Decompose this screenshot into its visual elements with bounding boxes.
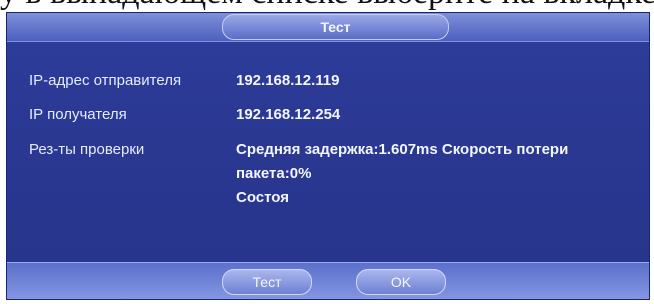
test-results-line-3: Состоя [236, 189, 290, 206]
ok-button[interactable]: OK [356, 269, 446, 295]
dialog-title: Тест [222, 14, 449, 40]
title-bar: Тест [7, 13, 649, 42]
test-results-line-1: Средняя задержка:1.607ms Скорость потери [236, 141, 569, 158]
sender-ip-label: IP-адрес отправителя [29, 72, 182, 89]
test-button[interactable]: Тест [222, 269, 312, 295]
test-results-line-2: пакета:0% [236, 165, 312, 182]
receiver-ip-value: 192.168.12.254 [236, 106, 341, 123]
sender-ip-value: 192.168.12.119 [236, 72, 340, 89]
button-bar: Тест OK [7, 262, 649, 299]
network-test-dialog: Тест IP-адрес отправителя 192.168.12.119… [6, 12, 650, 300]
test-results-label: Рез-ты проверки [29, 141, 145, 158]
receiver-ip-label: IP получателя [29, 106, 127, 123]
test-results-value: Средняя задержка:1.607ms Скорость потери… [236, 138, 626, 210]
